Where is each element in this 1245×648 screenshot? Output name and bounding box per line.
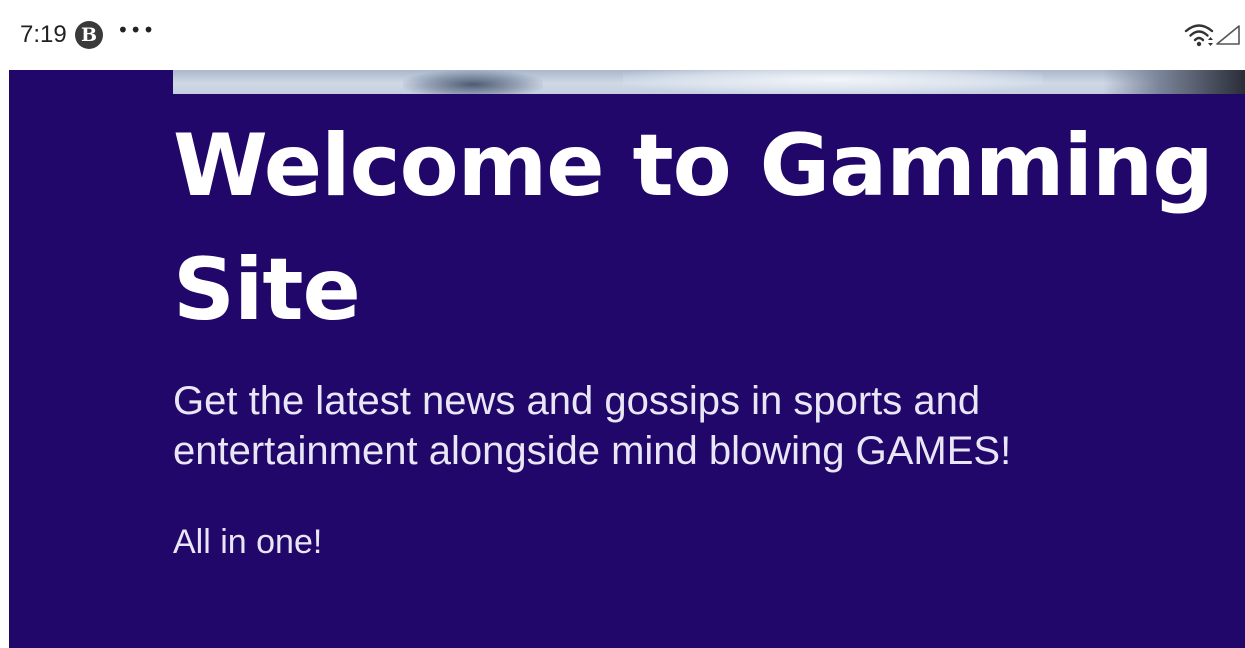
wifi-icon: [1184, 24, 1214, 47]
signal-icon: [1216, 25, 1240, 45]
hero-title: Welcome to Gamming Site: [173, 116, 1214, 340]
status-time: 7:19: [20, 21, 67, 48]
status-bar: 7:19 B •••: [0, 0, 1245, 70]
hero-subtitle: Get the latest news and gossips in sport…: [173, 379, 1012, 473]
web-page: Welcome to Gamming Site Get the latest n…: [0, 70, 1245, 648]
phone-screen: 7:19 B ••• Welcome to Gamming Site Get t…: [0, 0, 1245, 648]
hero-banner-image: [173, 70, 1245, 94]
app-notification-icon: B: [75, 21, 103, 49]
more-notifications-icon: •••: [117, 18, 156, 42]
hero-tagline: All in one!: [173, 523, 323, 561]
hero-section: Welcome to Gamming Site Get the latest n…: [9, 70, 1245, 648]
page-left-edge: [0, 70, 9, 648]
